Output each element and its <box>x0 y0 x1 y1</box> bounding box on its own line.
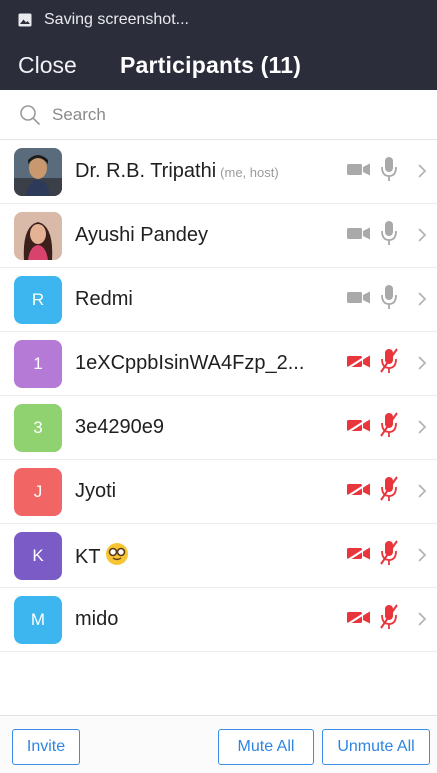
invite-button[interactable]: Invite <box>12 729 80 765</box>
video-off-icon <box>345 479 373 504</box>
chevron-right-icon <box>417 419 427 440</box>
participant-name: 3e4290e9 <box>75 416 164 438</box>
chevron-right-icon <box>417 291 427 312</box>
close-button[interactable]: Close <box>18 52 77 79</box>
participant-name: 1eXCppbIsinWA4Fzp_2... <box>75 352 305 374</box>
video-off-icon <box>345 351 373 376</box>
participant-name-wrap: 1eXCppbIsinWA4Fzp_2... <box>75 352 345 375</box>
avatar: M <box>14 595 62 644</box>
participant-name-wrap: Redmi <box>75 288 345 311</box>
participant-list: Dr. R.B. Tripathi (me, host) Ayushi Pandey… <box>0 140 437 652</box>
avatar: 1 <box>14 339 62 388</box>
search-icon <box>20 104 40 125</box>
participant-row[interactable]: Ayushi Pandey <box>0 204 437 268</box>
participant-name: Ayushi Pandey <box>75 224 209 246</box>
status-bar: Saving screenshot... <box>0 0 437 40</box>
chevron-right-icon <box>417 547 427 568</box>
chevron-right-icon <box>417 227 427 248</box>
chevron-right-icon <box>417 355 427 376</box>
unmute-all-button[interactable]: Unmute All <box>322 729 430 765</box>
search-bar[interactable] <box>0 90 437 140</box>
microphone-icon <box>379 283 399 316</box>
participant-name-wrap: mido <box>75 608 345 631</box>
participant-name: mido <box>75 608 119 630</box>
avatar <box>14 211 62 260</box>
participant-status-icons <box>345 347 399 380</box>
microphone-muted-icon <box>379 475 399 508</box>
avatar <box>14 147 62 196</box>
chevron-right-icon <box>417 611 427 632</box>
page-title: Participants (11) <box>120 51 302 78</box>
chevron-right-icon <box>417 483 427 504</box>
participant-row[interactable]: 3 3e4290e9 <box>0 396 437 460</box>
video-off-icon <box>345 607 373 632</box>
avatar: R <box>14 275 62 324</box>
image-notification-icon <box>18 13 32 27</box>
video-camera-icon <box>345 287 373 312</box>
participant-status-icons <box>345 475 399 508</box>
status-text: Saving screenshot... <box>44 11 189 28</box>
footer-toolbar: Invite Mute All Unmute All <box>0 715 437 773</box>
participant-status-icons <box>345 219 399 252</box>
chevron-right-icon <box>417 163 427 184</box>
participant-row[interactable]: J Jyoti <box>0 460 437 524</box>
participant-status-icons <box>345 603 399 636</box>
participant-status-icons <box>345 539 399 572</box>
participant-status-icons <box>345 155 399 188</box>
microphone-muted-icon <box>379 347 399 380</box>
participant-name: Dr. R.B. Tripathi <box>75 160 217 182</box>
avatar: 3 <box>14 403 62 452</box>
microphone-icon <box>379 219 399 252</box>
microphone-muted-icon <box>379 411 399 444</box>
participant-row[interactable]: 1 1eXCppbIsinWA4Fzp_2... <box>0 332 437 396</box>
participant-name-wrap: Dr. R.B. Tripathi (me, host) <box>75 160 345 183</box>
microphone-muted-icon <box>379 603 399 636</box>
video-off-icon <box>345 543 373 568</box>
participant-name: KT <box>75 546 101 568</box>
participant-row[interactable]: K KT <box>0 524 437 588</box>
search-input[interactable] <box>52 104 412 125</box>
participant-row[interactable]: Dr. R.B. Tripathi (me, host) <box>0 140 437 204</box>
mute-all-button[interactable]: Mute All <box>218 729 314 765</box>
participant-name: Jyoti <box>75 480 117 502</box>
participant-row[interactable]: R Redmi <box>0 268 437 332</box>
avatar: J <box>14 467 62 516</box>
video-camera-icon <box>345 223 373 248</box>
participant-role-tag: (me, host) <box>220 165 279 180</box>
participant-name-wrap: KT <box>75 542 345 569</box>
participant-status-icons <box>345 411 399 444</box>
participant-name: Redmi <box>75 288 133 310</box>
participant-name-wrap: Ayushi Pandey <box>75 224 345 247</box>
nerd-face-emoji-icon <box>105 542 129 568</box>
video-off-icon <box>345 415 373 440</box>
video-camera-icon <box>345 159 373 184</box>
header: Close Participants (11) <box>0 40 437 90</box>
participant-name-wrap: 3e4290e9 <box>75 416 345 439</box>
microphone-muted-icon <box>379 539 399 572</box>
participant-status-icons <box>345 283 399 316</box>
avatar: K <box>14 531 62 580</box>
participant-name-wrap: Jyoti <box>75 480 345 503</box>
participant-row[interactable]: Mmido <box>0 588 437 652</box>
microphone-icon <box>379 155 399 188</box>
